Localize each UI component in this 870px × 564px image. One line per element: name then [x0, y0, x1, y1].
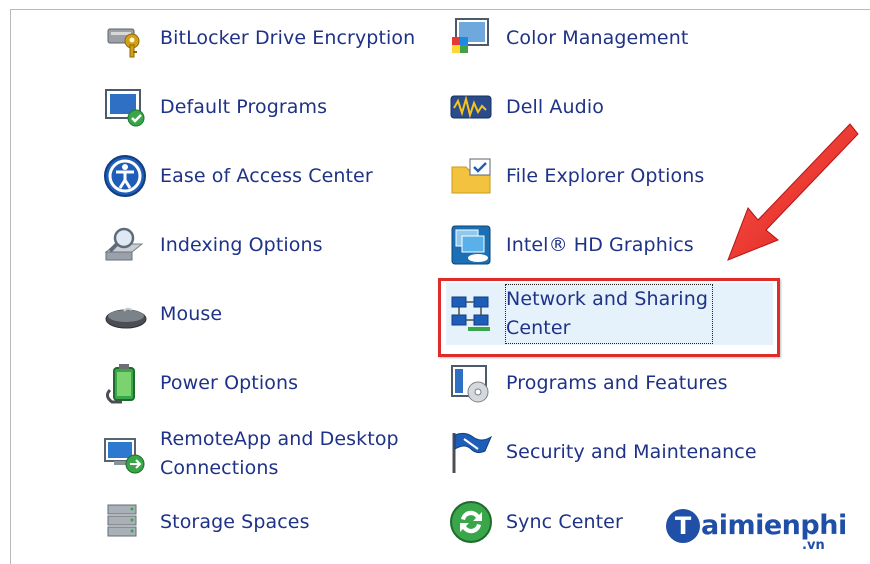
control-panel-item-label: Color Management [506, 26, 689, 49]
control-panel-item-color-management[interactable]: Color Management [446, 8, 688, 68]
control-panel-item-label: Programs and Features [506, 371, 728, 394]
file-explorer-options-icon [446, 151, 496, 201]
watermark-domain: .vn [802, 538, 825, 553]
control-panel-item-label: Dell Audio [506, 95, 604, 118]
watermark-text: aimienphi [701, 510, 847, 541]
control-panel-item-label: Security and Maintenance [506, 440, 757, 463]
control-panel-item-label: Mouse [160, 302, 223, 325]
control-panel-item-network-sharing-center[interactable]: Network and Sharing Center [446, 283, 773, 345]
label-line-1: RemoteApp and Desktop [160, 428, 399, 450]
control-panel-item-file-explorer-options[interactable]: File Explorer Options [446, 146, 704, 206]
control-panel-item-power-options[interactable]: Power Options [100, 353, 298, 413]
default-programs-icon [100, 82, 150, 132]
control-panel-item-label: Intel® HD Graphics [506, 233, 694, 256]
control-panel-item-bitlocker[interactable]: BitLocker Drive Encryption [100, 8, 415, 68]
control-panel-item-ease-of-access[interactable]: Ease of Access Center [100, 146, 373, 206]
intel-graphics-icon [446, 220, 496, 270]
control-panel-item-label: BitLocker Drive Encryption [160, 26, 416, 49]
control-panel-item-label: RemoteApp and Desktop Connections [160, 425, 399, 483]
dell-audio-icon [446, 82, 496, 132]
storage-spaces-icon [100, 497, 150, 547]
power-options-icon [100, 358, 150, 408]
control-panel-item-label: Sync Center [506, 510, 623, 533]
watermark-initial: T [666, 509, 700, 543]
control-panel-item-mouse[interactable]: Mouse [100, 284, 222, 344]
label-line-2: Center [506, 317, 571, 339]
watermark-logo: T aimienphi .vn [666, 505, 847, 553]
control-panel-item-sync-center[interactable]: Sync Center [446, 492, 623, 552]
security-maintenance-icon [446, 427, 496, 477]
control-panel-item-label: Indexing Options [160, 233, 323, 256]
control-panel-item-remoteapp[interactable]: RemoteApp and Desktop Connections [100, 424, 399, 484]
network-sharing-icon [446, 289, 496, 339]
control-panel-item-intel-graphics[interactable]: Intel® HD Graphics [446, 215, 694, 275]
label-line-1: Network and Sharing [506, 288, 708, 310]
control-panel-item-label: File Explorer Options [506, 164, 705, 187]
remoteapp-icon [100, 429, 150, 479]
control-panel-item-security-maintenance[interactable]: Security and Maintenance [446, 422, 757, 482]
control-panel-item-label: Storage Spaces [160, 510, 310, 533]
indexing-options-icon [100, 220, 150, 270]
control-panel-item-label: Default Programs [160, 95, 328, 118]
control-panel-item-indexing-options[interactable]: Indexing Options [100, 215, 323, 275]
programs-features-icon [446, 358, 496, 408]
control-panel-item-label: Power Options [160, 371, 299, 394]
color-management-icon [446, 13, 496, 63]
control-panel-item-dell-audio[interactable]: Dell Audio [446, 77, 604, 137]
label-line-2: Connections [160, 457, 279, 479]
control-panel-item-label: Ease of Access Center [160, 164, 373, 187]
sync-center-icon [446, 497, 496, 547]
mouse-icon [100, 289, 150, 339]
control-panel-item-default-programs[interactable]: Default Programs [100, 77, 327, 137]
bitlocker-icon [100, 13, 150, 63]
control-panel-item-storage-spaces[interactable]: Storage Spaces [100, 492, 310, 552]
ease-of-access-icon [100, 151, 150, 201]
control-panel-item-programs-features[interactable]: Programs and Features [446, 353, 728, 413]
control-panel-item-label: Network and Sharing Center [505, 284, 713, 344]
